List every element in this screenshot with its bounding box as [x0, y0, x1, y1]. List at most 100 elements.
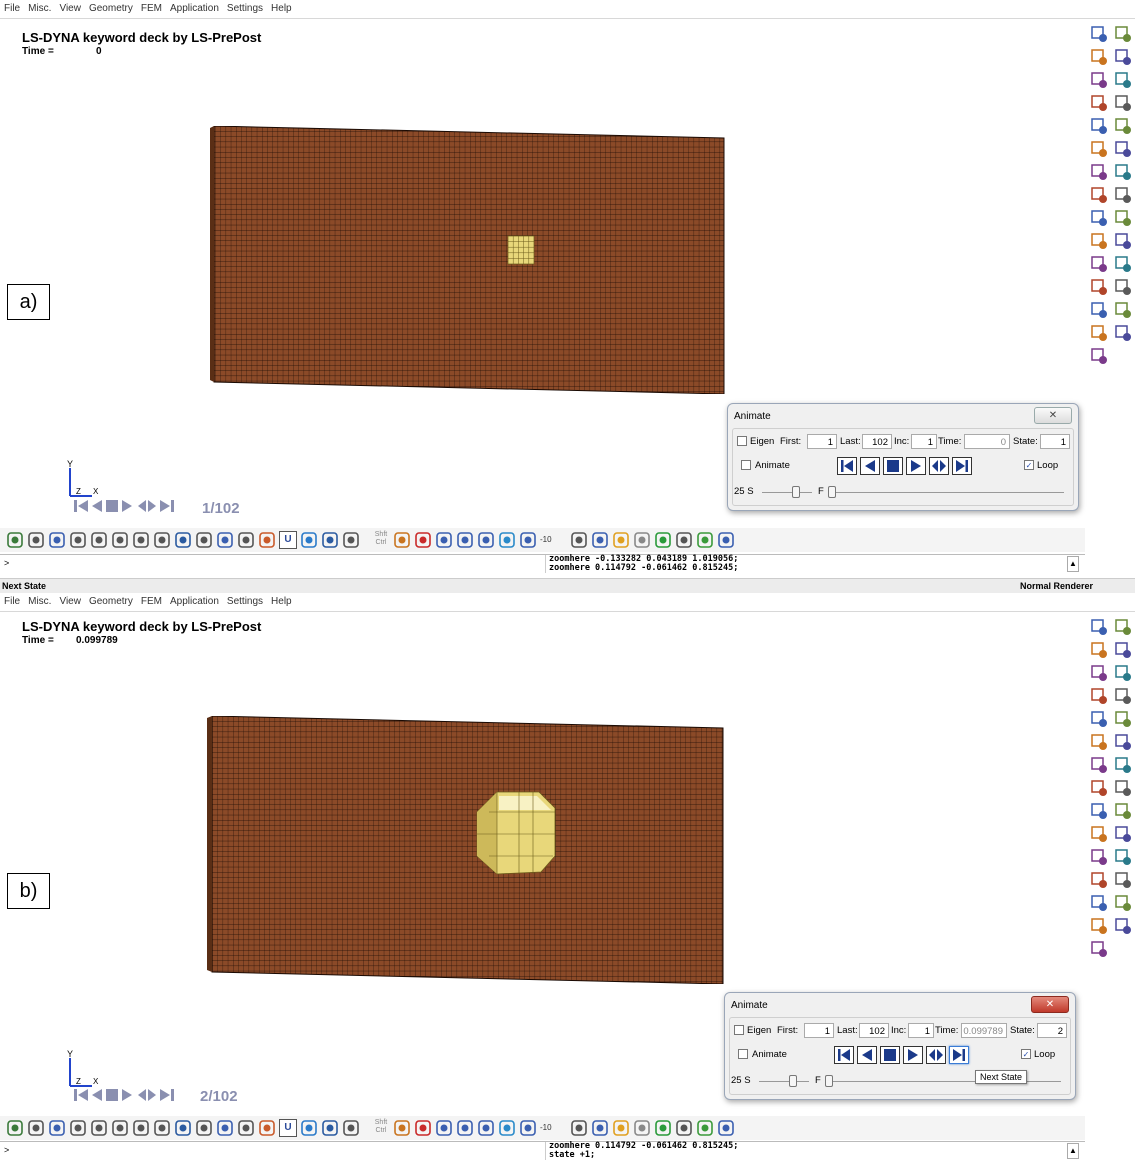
overlay-playback-controls[interactable] [72, 1087, 200, 1107]
animate-checkbox[interactable] [741, 460, 751, 470]
first-state-button[interactable] [837, 457, 857, 475]
node-icon[interactable] [1089, 617, 1109, 637]
stop-button[interactable] [883, 457, 903, 475]
iso-view-icon[interactable] [27, 1119, 45, 1137]
u-view-icon[interactable]: U [279, 531, 297, 549]
box-view-icon[interactable] [321, 531, 339, 549]
grid-icon[interactable] [1089, 116, 1109, 136]
settings-icon[interactable] [1089, 323, 1109, 343]
solid-view-icon[interactable] [195, 531, 213, 549]
curve-icon[interactable] [1113, 47, 1133, 67]
next-state-button[interactable] [903, 1046, 923, 1064]
mesh-select-icon[interactable] [1089, 300, 1109, 320]
right-view-icon[interactable] [153, 531, 171, 549]
light-icon[interactable] [612, 531, 630, 549]
check-icon[interactable] [1113, 847, 1133, 867]
frame-slider[interactable] [828, 486, 836, 498]
menu-application[interactable]: Application [170, 593, 219, 611]
last-state-button[interactable] [949, 1046, 969, 1064]
element-box-icon[interactable] [1089, 778, 1109, 798]
state-input[interactable]: 2 [1037, 1023, 1067, 1038]
transform-icon[interactable] [1089, 162, 1109, 182]
points-icon[interactable] [1089, 801, 1109, 821]
last-state-button[interactable] [952, 457, 972, 475]
inc-input[interactable]: 1 [908, 1023, 934, 1038]
pen-icon[interactable] [1089, 231, 1109, 251]
play-icon[interactable] [654, 531, 672, 549]
prev-state-button[interactable] [860, 457, 880, 475]
curve-icon[interactable] [1113, 640, 1133, 660]
u-view-icon[interactable]: U [279, 1119, 297, 1137]
eigen-checkbox[interactable] [734, 1025, 744, 1035]
menu-settings[interactable]: Settings [227, 0, 263, 18]
play-icon[interactable] [654, 1119, 672, 1137]
spring-icon[interactable] [1113, 893, 1133, 913]
ms-icon[interactable] [1113, 824, 1133, 844]
mesh-view-icon[interactable] [174, 531, 192, 549]
graph-icon[interactable] [717, 531, 735, 549]
back-view-icon[interactable] [69, 1119, 87, 1137]
menu-view[interactable]: View [59, 0, 81, 18]
zoom-icon[interactable] [435, 531, 453, 549]
pick-icon[interactable] [393, 1119, 411, 1137]
settings-icon[interactable] [1089, 916, 1109, 936]
last-input[interactable]: 102 [859, 1023, 889, 1038]
mesh-small-icon[interactable] [1089, 663, 1109, 683]
material-icon[interactable] [1089, 939, 1109, 959]
mesh-view-icon[interactable] [174, 1119, 192, 1137]
part-icon[interactable] [1113, 24, 1133, 44]
back-view-icon[interactable] [69, 531, 87, 549]
shift-ctrl-icon[interactable]: Shft Ctrl [372, 1119, 390, 1137]
eigen-checkbox[interactable] [737, 436, 747, 446]
menu-geometry[interactable]: Geometry [89, 593, 133, 611]
wire-view-icon[interactable] [342, 531, 360, 549]
sphere-icon[interactable] [1113, 93, 1133, 113]
top-view-icon[interactable] [90, 1119, 108, 1137]
color-grid-icon[interactable] [1113, 916, 1133, 936]
menu-settings[interactable]: Settings [227, 593, 263, 611]
settings-icon[interactable] [696, 1119, 714, 1137]
surface-icon[interactable] [1113, 70, 1133, 90]
rotate-center-icon[interactable] [477, 531, 495, 549]
pick-icon[interactable] [393, 531, 411, 549]
frame-slider[interactable] [825, 1075, 833, 1087]
card-icon[interactable] [1113, 208, 1133, 228]
element-gear-icon[interactable] [1089, 686, 1109, 706]
hidden-view-icon[interactable] [237, 1119, 255, 1137]
element-box-icon[interactable] [1089, 185, 1109, 205]
zoom-box-icon[interactable] [456, 531, 474, 549]
first-input[interactable]: 1 [807, 434, 837, 449]
first-state-button[interactable] [834, 1046, 854, 1064]
list-icon[interactable] [1113, 870, 1133, 890]
spring-icon[interactable] [1113, 300, 1133, 320]
zoom-box-icon[interactable] [456, 1119, 474, 1137]
projection-icon[interactable] [519, 531, 537, 549]
edit-element-icon[interactable] [1089, 847, 1109, 867]
element-tools-icon[interactable] [1089, 139, 1109, 159]
menu-help[interactable]: Help [271, 0, 292, 18]
target-plate-mesh[interactable] [207, 716, 727, 984]
ruler-icon[interactable] [1089, 870, 1109, 890]
card-icon[interactable] [1113, 801, 1133, 821]
mesh-small-icon[interactable] [1089, 70, 1109, 90]
ms-icon[interactable] [1113, 231, 1133, 251]
shaded-view-icon[interactable] [216, 1119, 234, 1137]
zoom-node-icon[interactable] [1089, 640, 1109, 660]
next-state-button[interactable] [906, 457, 926, 475]
rotate-center-icon[interactable] [477, 1119, 495, 1137]
stop-button[interactable] [880, 1046, 900, 1064]
part-color-icon[interactable] [591, 531, 609, 549]
menu-fem[interactable]: FEM [141, 0, 162, 18]
history-scroll[interactable]: ▲ [1067, 556, 1079, 572]
left-view-icon[interactable] [132, 1119, 150, 1137]
iso-view-icon[interactable] [27, 531, 45, 549]
pattern-icon[interactable] [633, 1119, 651, 1137]
close-button[interactable]: ✕ [1031, 996, 1069, 1013]
rotate-icon[interactable] [6, 531, 24, 549]
gears-icon[interactable] [675, 531, 693, 549]
graph-icon[interactable] [717, 1119, 735, 1137]
man-icon[interactable] [570, 531, 588, 549]
fit-view-icon[interactable] [300, 1119, 318, 1137]
grid-icon[interactable] [1089, 709, 1109, 729]
menu-application[interactable]: Application [170, 0, 219, 18]
